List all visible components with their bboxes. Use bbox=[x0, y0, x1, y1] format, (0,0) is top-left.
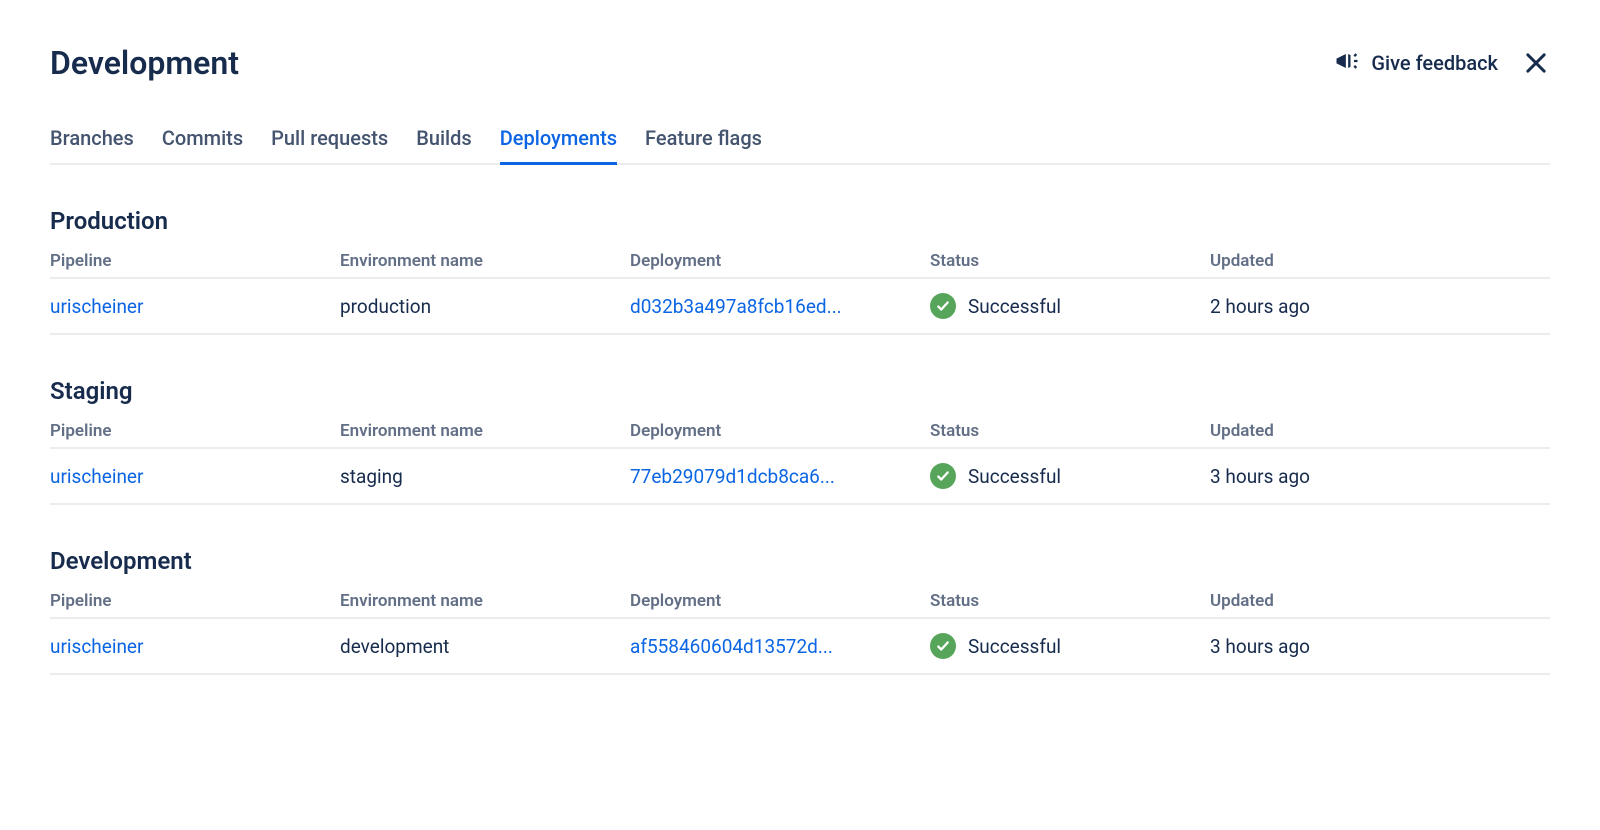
environment-cell: staging bbox=[340, 448, 630, 504]
tab-commits[interactable]: Commits bbox=[162, 118, 243, 165]
col-status: Status bbox=[930, 415, 1210, 448]
success-check-icon bbox=[930, 463, 956, 489]
table-row: urischeiner production d032b3a497a8fcb16… bbox=[50, 278, 1550, 334]
section-staging: Staging Pipeline Environment name Deploy… bbox=[50, 377, 1550, 505]
page-title: Development bbox=[50, 44, 239, 82]
success-check-icon bbox=[930, 293, 956, 319]
section-title: Staging bbox=[50, 377, 1550, 405]
col-updated: Updated bbox=[1210, 415, 1550, 448]
deployments-table: Pipeline Environment name Deployment Sta… bbox=[50, 245, 1550, 335]
col-status: Status bbox=[930, 245, 1210, 278]
tab-bar: Branches Commits Pull requests Builds De… bbox=[50, 118, 1550, 165]
col-pipeline: Pipeline bbox=[50, 245, 340, 278]
col-updated: Updated bbox=[1210, 585, 1550, 618]
section-development: Development Pipeline Environment name De… bbox=[50, 547, 1550, 675]
col-deployment: Deployment bbox=[630, 585, 930, 618]
col-deployment: Deployment bbox=[630, 415, 930, 448]
tab-feature-flags[interactable]: Feature flags bbox=[645, 118, 762, 165]
tab-branches[interactable]: Branches bbox=[50, 118, 134, 165]
tab-builds[interactable]: Builds bbox=[416, 118, 472, 165]
tab-deployments[interactable]: Deployments bbox=[500, 118, 617, 165]
col-pipeline: Pipeline bbox=[50, 415, 340, 448]
pipeline-link[interactable]: urischeiner bbox=[50, 465, 143, 488]
megaphone-icon bbox=[1333, 47, 1361, 80]
col-environment: Environment name bbox=[340, 585, 630, 618]
table-row: urischeiner staging 77eb29079d1dcb8ca6..… bbox=[50, 448, 1550, 504]
section-title: Production bbox=[50, 207, 1550, 235]
status-label: Successful bbox=[968, 295, 1061, 318]
pipeline-link[interactable]: urischeiner bbox=[50, 295, 143, 318]
status-cell: Successful bbox=[930, 633, 1210, 659]
give-feedback-button[interactable]: Give feedback bbox=[1333, 47, 1498, 80]
col-pipeline: Pipeline bbox=[50, 585, 340, 618]
col-updated: Updated bbox=[1210, 245, 1550, 278]
deployments-table: Pipeline Environment name Deployment Sta… bbox=[50, 585, 1550, 675]
environment-cell: production bbox=[340, 278, 630, 334]
deployment-link[interactable]: d032b3a497a8fcb16ed... bbox=[630, 295, 910, 318]
updated-cell: 3 hours ago bbox=[1210, 618, 1550, 674]
col-environment: Environment name bbox=[340, 415, 630, 448]
table-header-row: Pipeline Environment name Deployment Sta… bbox=[50, 245, 1550, 278]
col-deployment: Deployment bbox=[630, 245, 930, 278]
panel-header: Development Give feedback bbox=[50, 44, 1550, 82]
close-icon bbox=[1522, 62, 1550, 81]
give-feedback-label: Give feedback bbox=[1371, 51, 1498, 75]
tab-pull-requests[interactable]: Pull requests bbox=[271, 118, 388, 165]
header-actions: Give feedback bbox=[1333, 47, 1550, 80]
deployment-link[interactable]: af558460604d13572d... bbox=[630, 635, 910, 658]
status-cell: Successful bbox=[930, 293, 1210, 319]
section-title: Development bbox=[50, 547, 1550, 575]
updated-cell: 2 hours ago bbox=[1210, 278, 1550, 334]
success-check-icon bbox=[930, 633, 956, 659]
deployments-table: Pipeline Environment name Deployment Sta… bbox=[50, 415, 1550, 505]
col-environment: Environment name bbox=[340, 245, 630, 278]
environment-cell: development bbox=[340, 618, 630, 674]
table-row: urischeiner development af558460604d1357… bbox=[50, 618, 1550, 674]
status-label: Successful bbox=[968, 635, 1061, 658]
status-cell: Successful bbox=[930, 463, 1210, 489]
table-header-row: Pipeline Environment name Deployment Sta… bbox=[50, 585, 1550, 618]
pipeline-link[interactable]: urischeiner bbox=[50, 635, 143, 658]
table-header-row: Pipeline Environment name Deployment Sta… bbox=[50, 415, 1550, 448]
section-production: Production Pipeline Environment name Dep… bbox=[50, 207, 1550, 335]
updated-cell: 3 hours ago bbox=[1210, 448, 1550, 504]
col-status: Status bbox=[930, 585, 1210, 618]
status-label: Successful bbox=[968, 465, 1061, 488]
close-button[interactable] bbox=[1522, 49, 1550, 77]
deployment-link[interactable]: 77eb29079d1dcb8ca6... bbox=[630, 465, 910, 488]
